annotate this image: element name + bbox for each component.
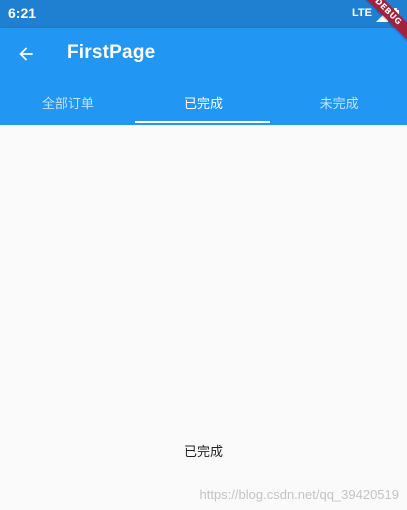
page-title: FirstPage xyxy=(67,42,156,63)
tab-uncompleted[interactable]: 未完成 xyxy=(271,80,407,125)
watermark: https://blog.csdn.net/qq_39420519 xyxy=(199,487,400,502)
tab-indicator xyxy=(135,121,270,123)
network-type: LTE xyxy=(352,6,372,19)
arrow-back-icon xyxy=(19,47,33,61)
status-bar: 6:21 LTE xyxy=(0,0,407,28)
tab-completed[interactable]: 已完成 xyxy=(136,80,272,125)
app-bar: FirstPage 全部订单 已完成 未完成 xyxy=(0,28,407,125)
status-time: 6:21 xyxy=(8,5,37,21)
back-button[interactable] xyxy=(10,38,42,70)
tab-content: 已完成 xyxy=(0,125,407,510)
content-text: 已完成 xyxy=(183,445,223,460)
tab-bar: 全部订单 已完成 未完成 xyxy=(0,80,407,125)
tab-all-orders[interactable]: 全部订单 xyxy=(0,80,136,125)
